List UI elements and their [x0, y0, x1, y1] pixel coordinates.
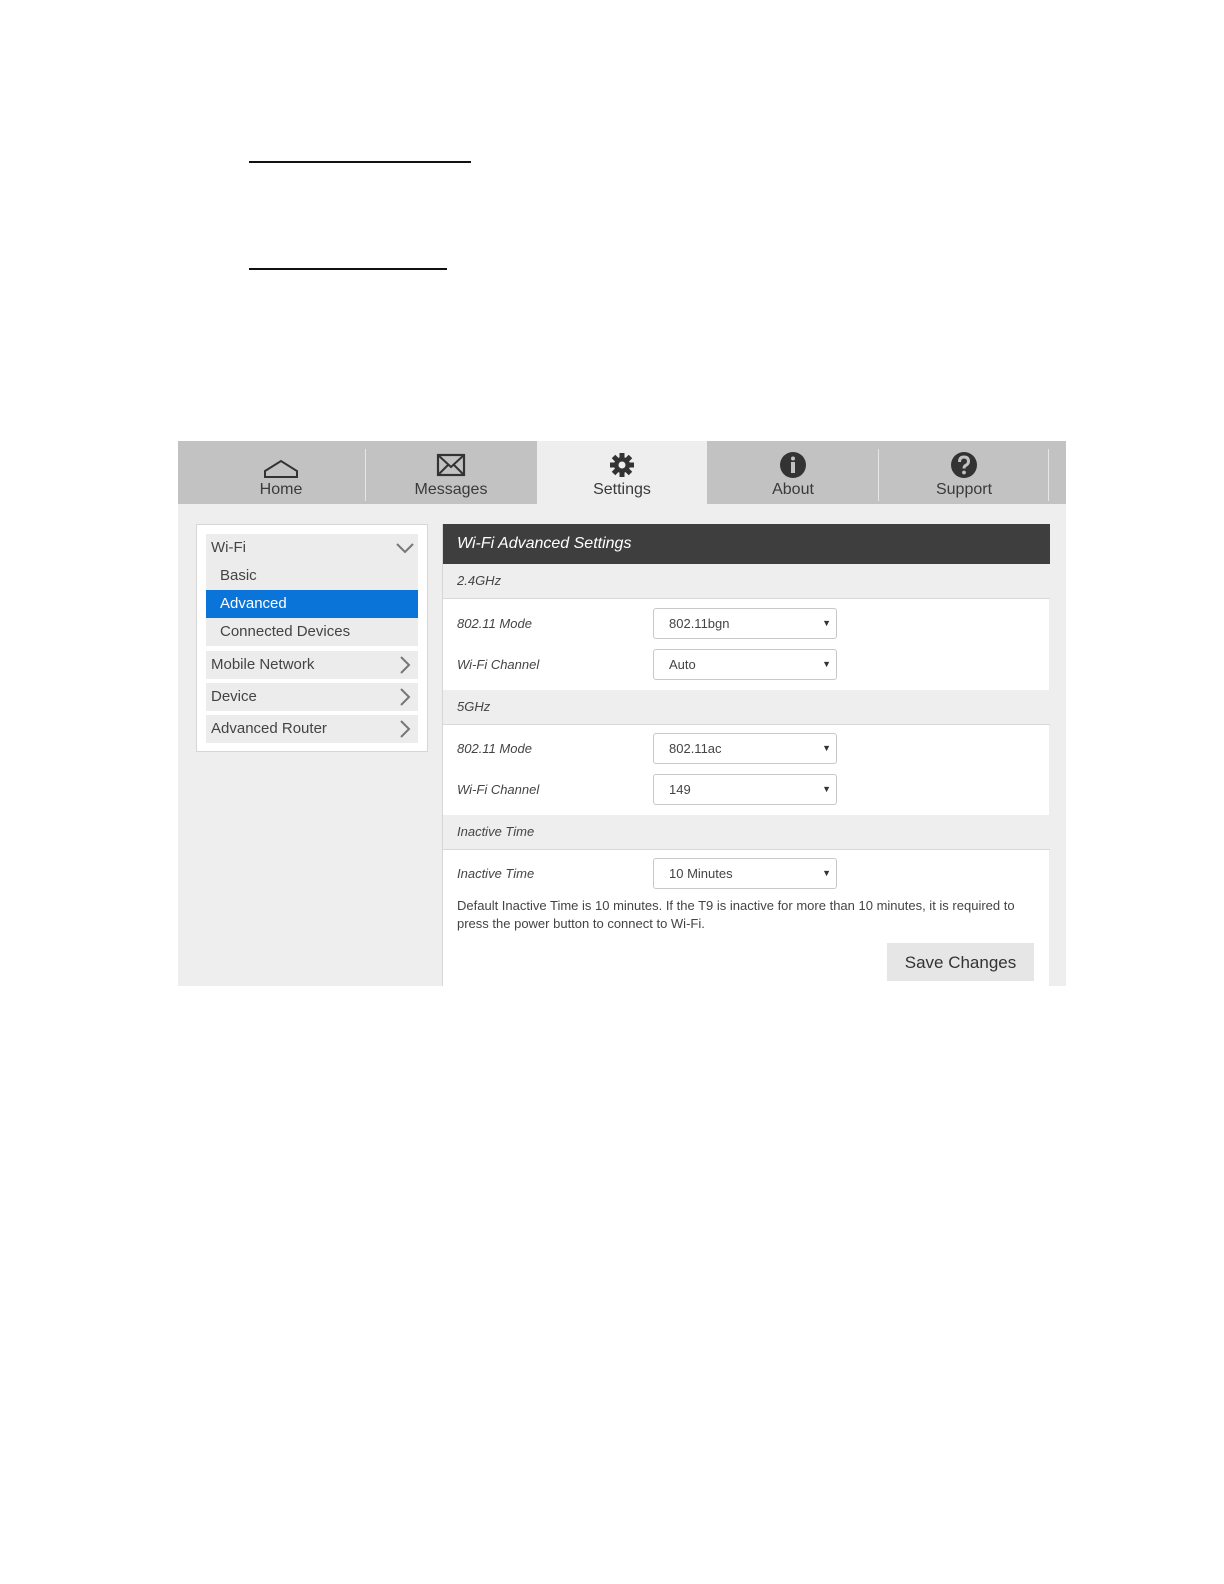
settings-sidebar: Wi-Fi Basic Advanced Connected Devices M…	[196, 524, 428, 752]
sidebar-item-label: Mobile Network	[211, 656, 315, 673]
home-icon	[264, 459, 298, 478]
chevron-right-icon	[400, 720, 411, 738]
sidebar-group-device[interactable]: Device	[206, 683, 418, 711]
sidebar-item-connected-devices[interactable]: Connected Devices	[206, 618, 418, 646]
mode-5ghz-select[interactable]: 802.11ac ▼	[653, 733, 837, 764]
tab-support[interactable]: Support	[879, 441, 1049, 504]
wifi-advanced-panel: Wi-Fi Advanced Settings 2.4GHz 802.11 Mo…	[442, 524, 1050, 986]
save-changes-button[interactable]: Save Changes	[887, 943, 1034, 981]
tab-settings[interactable]: Settings	[537, 441, 707, 504]
chevron-down-icon	[396, 543, 414, 554]
inactive-time-select[interactable]: 10 Minutes ▼	[653, 858, 837, 889]
sidebar-group-wifi[interactable]: Wi-Fi	[206, 534, 418, 562]
tab-label: Messages	[414, 481, 488, 498]
section-heading-inactive-time: Inactive Time	[443, 815, 1050, 850]
sidebar-item-label: Connected Devices	[220, 623, 351, 640]
inactive-time-note: Default Inactive Time is 10 minutes. If …	[457, 898, 1015, 931]
section-heading-2-4ghz: 2.4GHz	[443, 564, 1050, 599]
tab-label: Support	[935, 481, 993, 498]
router-settings-screenshot: Home Messages Settings About Support Wi-…	[178, 441, 1066, 986]
select-value: 802.11bgn	[669, 616, 730, 631]
select-value: 10 Minutes	[669, 866, 733, 881]
tab-label: About	[772, 481, 814, 498]
sidebar-item-label: Wi-Fi	[211, 539, 246, 556]
field-label: Inactive Time	[457, 866, 535, 881]
field-label: 802.11 Mode	[457, 616, 532, 631]
section-heading-5ghz: 5GHz	[443, 690, 1050, 725]
caret-down-icon: ▼	[822, 743, 831, 753]
page-title: Wi-Fi Advanced Settings	[443, 524, 1050, 564]
tab-label: Settings	[593, 481, 651, 498]
chevron-right-icon	[400, 656, 411, 674]
field-label: Wi-Fi Channel	[457, 657, 540, 672]
gear-icon	[610, 453, 634, 477]
envelope-icon	[436, 453, 466, 477]
sidebar-item-label: Basic	[220, 567, 257, 584]
sidebar-group-mobile-network[interactable]: Mobile Network	[206, 651, 418, 679]
chevron-right-icon	[400, 688, 411, 706]
field-label: Wi-Fi Channel	[457, 782, 540, 797]
tab-messages[interactable]: Messages	[366, 441, 536, 504]
sidebar-item-label: Device	[211, 688, 257, 705]
caret-down-icon: ▼	[822, 868, 831, 878]
sidebar-item-label: Advanced	[220, 595, 287, 612]
select-value: 802.11ac	[669, 741, 722, 756]
mode-2-4ghz-select[interactable]: 802.11bgn ▼	[653, 608, 837, 639]
info-icon	[780, 452, 806, 478]
tab-divider	[1048, 449, 1049, 501]
field-label: 802.11 Mode	[457, 741, 532, 756]
sidebar-item-advanced[interactable]: Advanced	[206, 590, 418, 618]
sidebar-item-label: Advanced Router	[211, 720, 327, 737]
select-value: 149	[669, 782, 691, 797]
select-value: Auto	[669, 657, 696, 672]
tab-label: Home	[259, 481, 303, 498]
document-underline-1	[249, 161, 471, 163]
sidebar-group-advanced-router[interactable]: Advanced Router	[206, 715, 418, 743]
caret-down-icon: ▼	[822, 659, 831, 669]
question-icon	[951, 452, 977, 478]
caret-down-icon: ▼	[822, 784, 831, 794]
caret-down-icon: ▼	[822, 618, 831, 628]
channel-5ghz-select[interactable]: 149 ▼	[653, 774, 837, 805]
channel-2-4ghz-select[interactable]: Auto ▼	[653, 649, 837, 680]
tab-about[interactable]: About	[708, 441, 878, 504]
document-underline-2	[249, 268, 447, 270]
top-nav: Home Messages Settings About Support	[178, 441, 1066, 504]
sidebar-item-basic[interactable]: Basic	[206, 562, 418, 590]
tab-home[interactable]: Home	[196, 441, 366, 504]
